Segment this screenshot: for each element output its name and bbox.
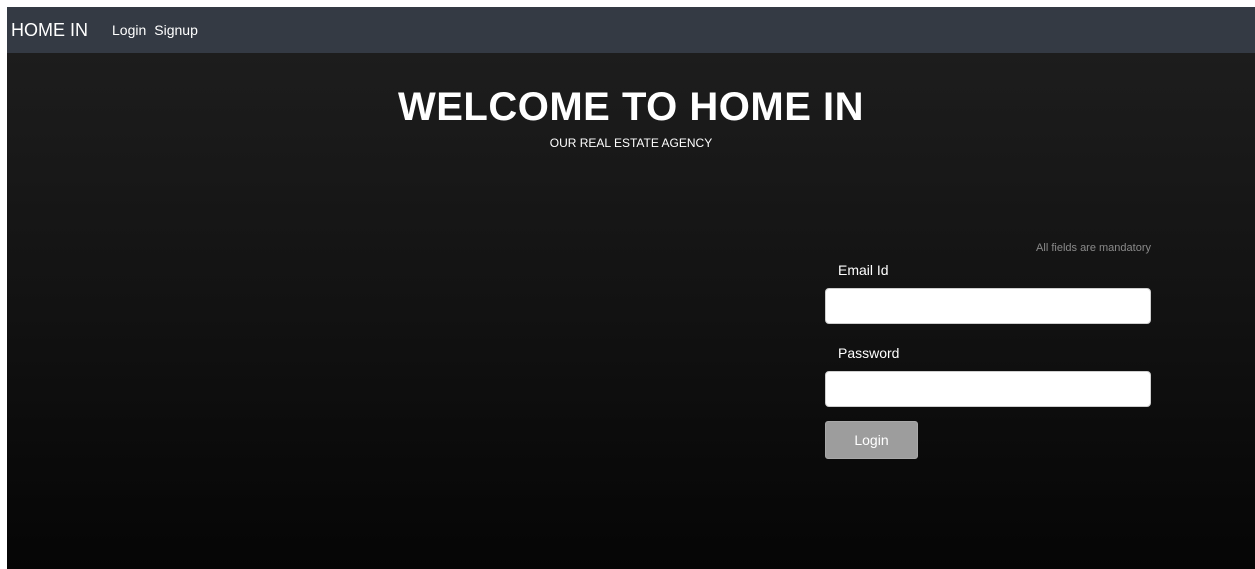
password-field[interactable]: [825, 371, 1151, 407]
brand-link[interactable]: HOME IN: [11, 20, 88, 41]
login-form: All fields are mandatory Email Id Passwo…: [825, 241, 1151, 459]
nav-login-link[interactable]: Login: [112, 22, 146, 38]
hero-subtitle: OUR REAL ESTATE AGENCY: [549, 136, 713, 150]
email-field[interactable]: [825, 288, 1151, 324]
nav-signup-link[interactable]: Signup: [154, 22, 198, 38]
hero-title: WELCOME TO HOME IN: [397, 85, 865, 129]
login-button[interactable]: Login: [825, 421, 918, 459]
email-label: Email Id: [838, 262, 889, 278]
mandatory-note: All fields are mandatory: [1036, 242, 1151, 254]
hero-section: WELCOME TO HOME IN OUR REAL ESTATE AGENC…: [7, 53, 1255, 569]
password-label: Password: [838, 345, 900, 361]
page-frame: HOME IN Login Signup WELCOME TO HOME IN …: [7, 7, 1255, 569]
navbar: HOME IN Login Signup: [7, 7, 1255, 53]
